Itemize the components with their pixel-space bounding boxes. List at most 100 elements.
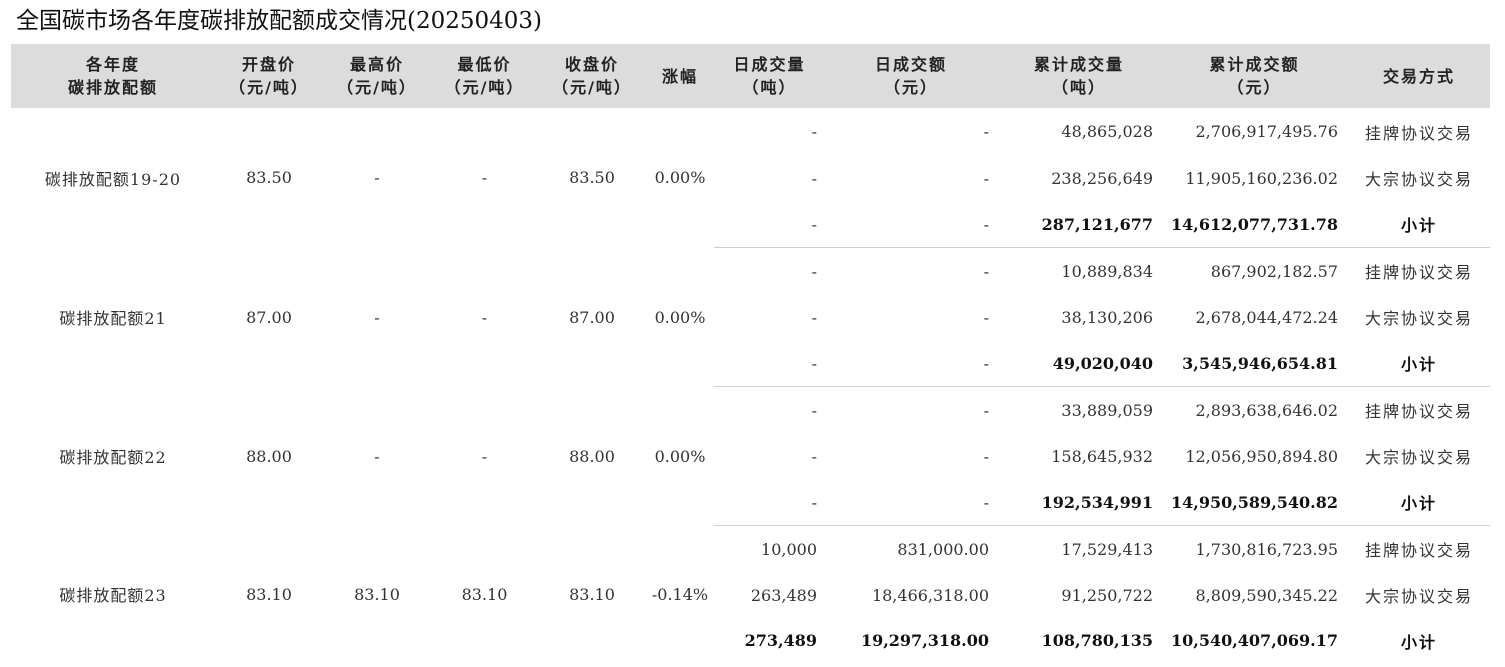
cumulative-amount: 14,612,077,731.78 [1161, 201, 1348, 248]
trade-method: 小计 [1400, 632, 1437, 652]
header-row: 各年度 碳排放配额 开盘价 （元/吨） 最高价 （元/吨） 最低价 （元/吨） 收盘价（… [11, 44, 1490, 108]
cumulative-amount: 2,893,638,646.02 [1195, 400, 1339, 420]
cumulative-amount: 11,905,160,236.02 [1185, 168, 1338, 188]
cumulative-amount: 867,902,182.57 [1210, 261, 1338, 281]
cumulative-amount: 10,540,407,069.17 [1170, 631, 1338, 650]
daily-amount: - [983, 261, 989, 281]
cumulative-volume: 49,020,040 [997, 340, 1161, 387]
daily-amount: - [983, 307, 989, 327]
table-row: 碳排放配额23 83.10 83.10 83.10 83.10 -0.14% 1… [11, 526, 1490, 606]
low-price: - [481, 446, 488, 466]
trade-method: 挂牌协议交易 [1364, 541, 1473, 560]
high-price: - [374, 168, 380, 188]
header-trade-method: 交易方式 [1382, 66, 1455, 86]
cumulative-volume: 91,250,722 [1061, 585, 1153, 605]
change-percent: 0.00% [654, 168, 706, 188]
low-price: 83.10 [461, 584, 508, 604]
cumulative-volume: 17,529,413 [1061, 539, 1153, 559]
high-price: - [374, 446, 380, 466]
cumulative-volume: 158,645,932 [1051, 446, 1153, 466]
cumulative-volume: 48,865,028 [1061, 122, 1153, 141]
daily-volume: - [714, 340, 825, 387]
trade-method: 小计 [1348, 201, 1490, 248]
header-low-price: 最低价 （元/吨） [444, 55, 525, 97]
close-price: 88.00 [569, 446, 615, 466]
header-cumulative-volume: 累计成交量 （吨） [1033, 55, 1124, 97]
cumulative-amount: 2,706,917,495.76 [1195, 122, 1339, 141]
trade-method: 挂牌协议交易 [1364, 123, 1473, 143]
daily-amount: - [825, 201, 997, 248]
header-daily-volume: 日成交量 （吨） [733, 55, 806, 97]
daily-volume: - [811, 307, 817, 327]
daily-amount: - [825, 479, 997, 526]
header-close-price: 收盘价 （元/吨） [552, 55, 632, 97]
daily-amount: - [983, 446, 989, 466]
high-price: - [374, 307, 380, 327]
change-percent: -0.14% [651, 584, 709, 604]
daily-volume: - [811, 122, 817, 141]
trade-method: 挂牌协议交易 [1364, 263, 1473, 282]
daily-amount: - [825, 340, 997, 387]
table-body: 碳排放配额19-20 83.50 - - 83.50 0.00% - - 48,… [11, 108, 1490, 663]
carbon-quota-table: 各年度 碳排放配额 开盘价 （元/吨） 最高价 （元/吨） 最低价 （元/吨） 收盘价（… [11, 44, 1490, 663]
daily-volume: 273,489 [744, 631, 817, 650]
daily-volume: - [811, 400, 817, 420]
cumulative-amount: 12,056,950,894.80 [1185, 446, 1338, 466]
daily-volume: - [714, 201, 825, 248]
cumulative-amount: 14,950,589,540.82 [1161, 479, 1348, 526]
open-price: 83.50 [246, 168, 292, 188]
cumulative-volume: 192,534,991 [997, 479, 1161, 526]
daily-volume: 10,000 [761, 539, 817, 559]
header-year-quota: 各年度 碳排放配额 [67, 55, 158, 97]
daily-amount: 19,297,318.00 [860, 631, 989, 650]
trade-method: 小计 [1348, 479, 1490, 526]
close-price: 87.00 [569, 307, 615, 327]
close-price: 83.50 [569, 168, 615, 188]
page-title: 全国碳市场各年度碳排放配额成交情况(20250403) [16, 8, 543, 34]
cumulative-volume: 238,256,649 [1051, 168, 1153, 188]
change-percent: 0.00% [654, 446, 706, 466]
daily-amount: 18,466,318.00 [871, 585, 989, 605]
trade-method: 大宗协议交易 [1364, 587, 1473, 606]
daily-amount: 831,000.00 [897, 539, 989, 559]
cumulative-amount: 1,730,816,723.95 [1195, 539, 1339, 559]
header-daily-amount: 日成交额 （元） [874, 55, 947, 97]
table-row: 碳排放配额19-20 83.50 - - 83.50 0.00% - - 48,… [11, 108, 1490, 189]
change-percent: 0.00% [654, 307, 706, 327]
close-price: 83.10 [569, 584, 615, 604]
cumulative-volume: 287,121,677 [997, 201, 1161, 248]
quota-name: 碳排放配额21 [59, 309, 167, 328]
open-price: 83.10 [246, 584, 292, 604]
trade-method: 大宗协议交易 [1364, 309, 1473, 328]
daily-volume: - [811, 168, 817, 188]
header-cumulative-amount: 累计成交额 （元） [1209, 55, 1300, 97]
daily-amount: - [983, 400, 989, 420]
daily-amount: - [983, 122, 989, 141]
cumulative-amount: 8,809,590,345.22 [1195, 585, 1339, 605]
daily-volume: - [811, 261, 817, 281]
low-price: - [481, 307, 488, 327]
header-open-price: 开盘价 （元/吨） [229, 55, 309, 97]
daily-amount: - [983, 168, 989, 188]
quota-name: 碳排放配额22 [59, 448, 167, 467]
trade-method: 大宗协议交易 [1364, 448, 1473, 467]
high-price: 83.10 [354, 584, 400, 604]
daily-volume: - [714, 479, 825, 526]
trade-method: 小计 [1348, 340, 1490, 387]
open-price: 88.00 [246, 446, 292, 466]
cumulative-volume: 38,130,206 [1061, 307, 1153, 327]
cumulative-volume: 108,780,135 [1041, 631, 1153, 650]
header-change: 涨幅 [661, 66, 698, 86]
table-row: 碳排放配额22 88.00 - - 88.00 0.00% - - 33,889… [11, 387, 1490, 468]
daily-volume: 263,489 [750, 585, 817, 605]
trade-method: 大宗协议交易 [1364, 170, 1473, 189]
trade-method: 挂牌协议交易 [1364, 402, 1473, 421]
table-row: 碳排放配额21 87.00 - - 87.00 0.00% - - 10,889… [11, 248, 1490, 329]
header-high-price: 最高价 （元/吨） [337, 55, 417, 97]
table-header: 各年度 碳排放配额 开盘价 （元/吨） 最高价 （元/吨） 最低价 （元/吨） 收盘价（… [11, 44, 1490, 108]
cumulative-amount: 3,545,946,654.81 [1161, 340, 1348, 387]
cumulative-amount: 2,678,044,472.24 [1195, 307, 1339, 327]
low-price: - [481, 168, 488, 188]
cumulative-volume: 10,889,834 [1061, 261, 1153, 281]
cumulative-volume: 33,889,059 [1061, 400, 1153, 420]
